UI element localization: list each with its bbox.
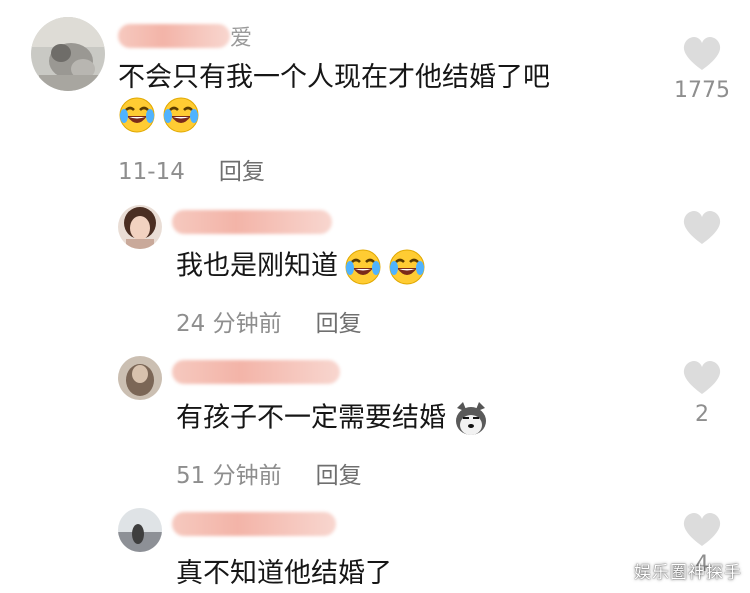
comment-time: 51 分钟前 <box>176 463 282 489</box>
username-redacted[interactable] <box>172 210 332 234</box>
like-count: 1775 <box>674 78 730 103</box>
avatar[interactable] <box>118 508 162 552</box>
reply-button[interactable]: 回复 <box>316 463 362 489</box>
comment-text: 我也是刚知道 <box>176 248 426 286</box>
avatar[interactable] <box>118 356 162 400</box>
comment-meta: 11-14 回复 <box>118 152 265 186</box>
rofl-emoji <box>163 97 199 133</box>
comment-time: 11-14 <box>118 159 185 185</box>
comment-text: 有孩子不一定需要结婚 <box>176 400 490 438</box>
rofl-emoji <box>345 249 381 285</box>
heart-icon <box>683 513 721 546</box>
username-redacted[interactable] <box>172 360 340 384</box>
comment-emojis <box>118 96 200 134</box>
rofl-emoji <box>389 249 425 285</box>
reply-button[interactable]: 回复 <box>316 311 362 337</box>
username-redacted[interactable] <box>172 512 336 536</box>
avatar[interactable] <box>118 205 162 249</box>
comment-meta: 51 分钟前 回复 <box>176 456 362 490</box>
rofl-emoji <box>119 97 155 133</box>
comment-text-content: 不会只有我一个人现在才他结婚了吧 <box>118 62 550 93</box>
heart-icon <box>683 211 721 244</box>
like-button[interactable] <box>680 512 724 548</box>
heart-icon <box>683 37 721 70</box>
comment-text-content: 我也是刚知道 <box>176 250 338 282</box>
like-button[interactable] <box>680 36 724 72</box>
comment-text-content: 真不知道他结婚了 <box>176 558 392 589</box>
like-count: 2 <box>695 402 709 427</box>
username-redacted[interactable] <box>118 24 230 48</box>
heart-icon <box>683 361 721 394</box>
comment-text: 真不知道他结婚了 <box>176 556 392 592</box>
comment-text-content: 有孩子不一定需要结婚 <box>176 402 446 434</box>
username-suffix: 爱 <box>230 26 253 51</box>
avatar[interactable] <box>31 17 105 91</box>
husky-dog-emoji <box>456 402 486 435</box>
comment-text: 不会只有我一个人现在才他结婚了吧 <box>118 60 550 96</box>
watermark: 娱乐圈神探手 <box>634 563 742 583</box>
comment-time: 24 分钟前 <box>176 311 282 337</box>
like-button[interactable] <box>680 360 724 396</box>
reply-button[interactable]: 回复 <box>219 159 265 185</box>
comment-meta: 24 分钟前 回复 <box>176 304 362 338</box>
like-button[interactable] <box>680 210 724 246</box>
